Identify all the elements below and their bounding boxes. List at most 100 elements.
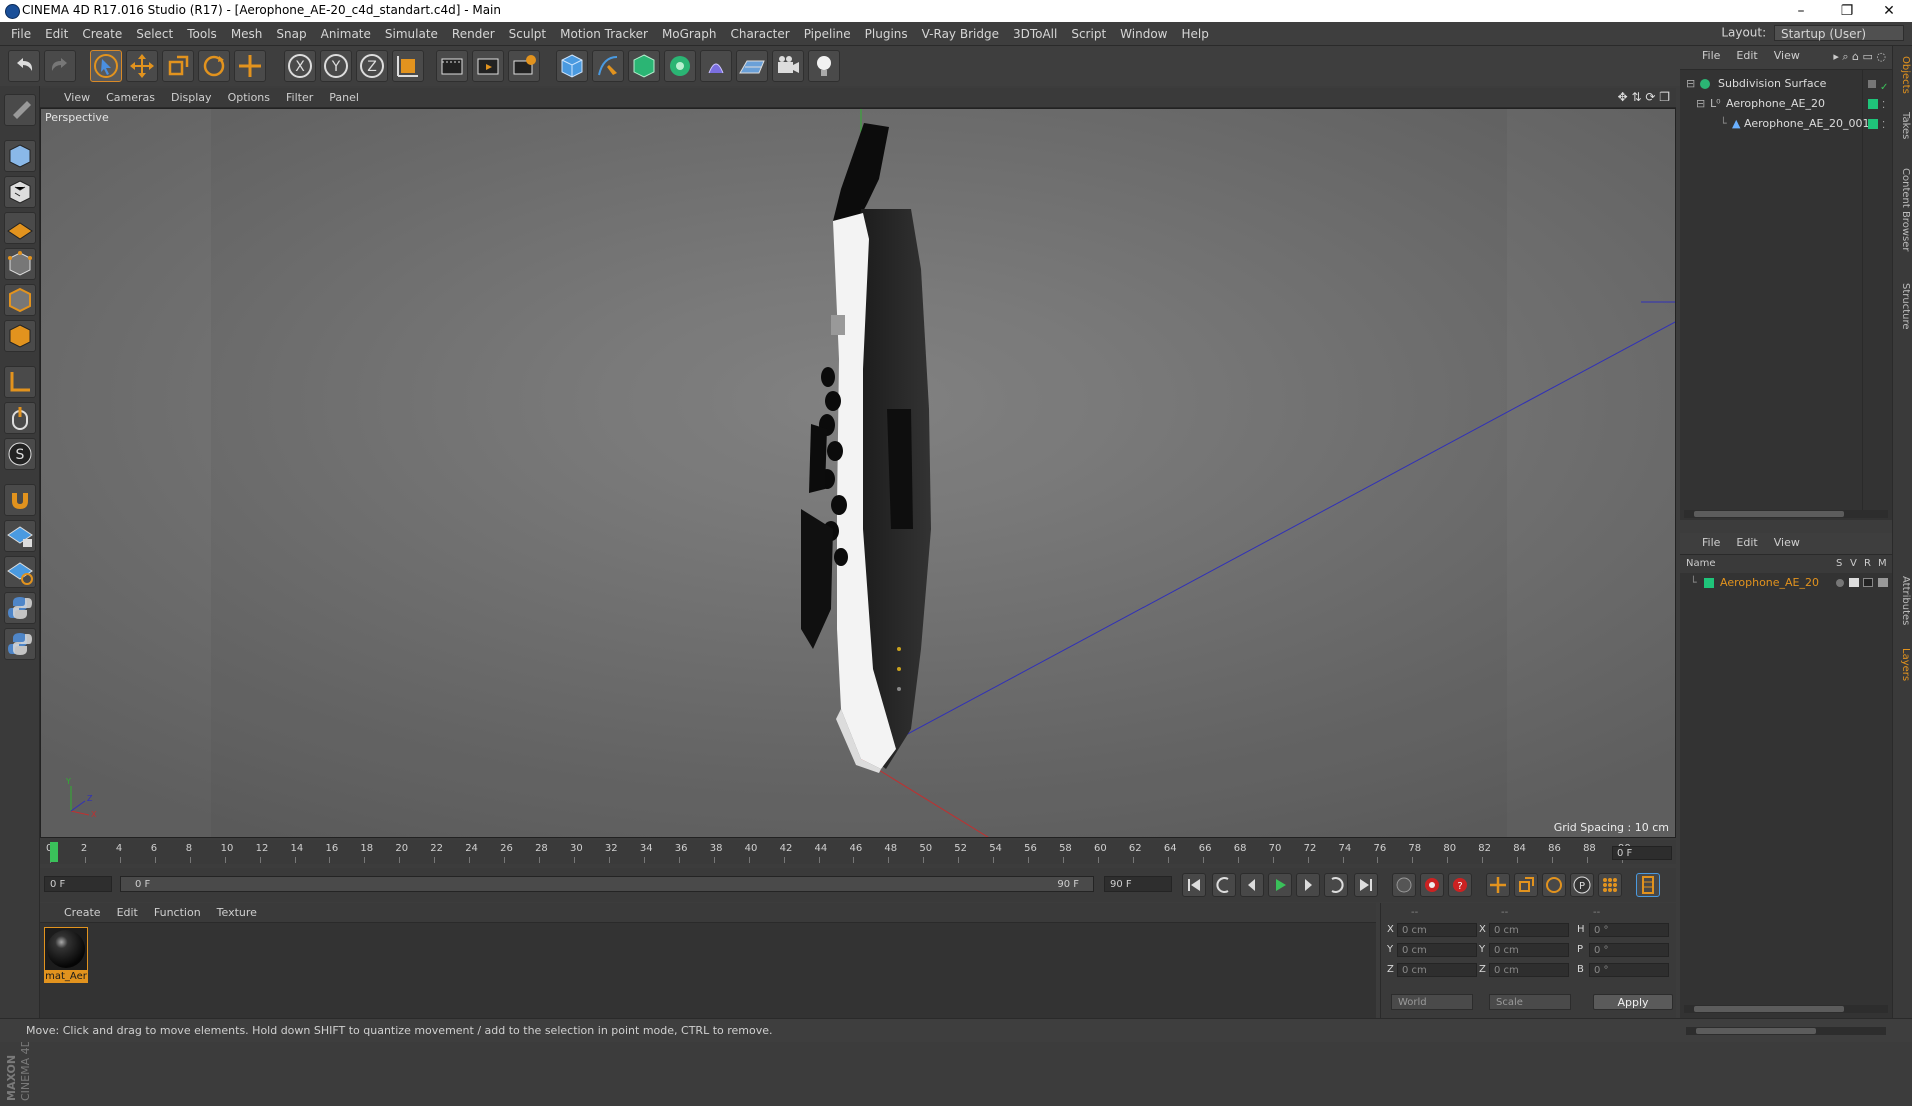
coord-value-field[interactable]: 0 cm — [1397, 923, 1477, 937]
locked-workplane-icon[interactable] — [4, 520, 36, 552]
timeline-ruler[interactable]: 0246810121416182022242628303234363840424… — [40, 840, 1676, 864]
render-view-icon[interactable] — [436, 50, 468, 82]
coord-value-field[interactable]: 0 cm — [1489, 963, 1569, 977]
tab-objects[interactable]: Objects — [1895, 50, 1911, 100]
go-to-start-icon[interactable] — [1182, 873, 1206, 897]
layer-menu-view[interactable]: View — [1766, 533, 1808, 553]
object-menu-file[interactable]: File — [1694, 46, 1728, 66]
menu-sculpt[interactable]: Sculpt — [502, 22, 553, 46]
tab-structure[interactable]: Structure — [1895, 276, 1911, 336]
menu-character[interactable]: Character — [723, 22, 796, 46]
move-tool-icon[interactable] — [126, 50, 158, 82]
layer-manager-scrollbar[interactable] — [1684, 1005, 1888, 1013]
perspective-viewport[interactable]: Y X Z Perspective Grid Spacing : 10 cm — [40, 108, 1676, 838]
model-mode-icon[interactable] — [4, 140, 36, 172]
workplane-icon[interactable] — [4, 212, 36, 244]
tab-content-browser[interactable]: Content Browser — [1895, 150, 1911, 270]
record-point-level-icon[interactable] — [1598, 873, 1622, 897]
coordinate-system-dropdown[interactable]: World — [1391, 994, 1473, 1010]
layer-menu-file[interactable]: File — [1694, 533, 1728, 553]
go-to-end-icon[interactable] — [1354, 873, 1378, 897]
menu-pipeline[interactable]: Pipeline — [797, 22, 858, 46]
record-scale-icon[interactable] — [1514, 873, 1538, 897]
layer-row[interactable]: └ Aerophone_AE_20 — [1680, 573, 1892, 593]
end-frame-field[interactable]: 90 F — [1104, 876, 1172, 892]
viewport-menu-cameras[interactable]: Cameras — [98, 88, 163, 108]
menu-select[interactable]: Select — [129, 22, 180, 46]
material-menu-function[interactable]: Function — [146, 903, 209, 923]
viewport-menu-options[interactable]: Options — [220, 88, 278, 108]
coord-value-field[interactable]: 0 ° — [1589, 923, 1669, 937]
tweak-mode-icon[interactable] — [4, 402, 36, 434]
autokeying-icon[interactable] — [1420, 873, 1444, 897]
menu-animate[interactable]: Animate — [314, 22, 378, 46]
tab-attributes[interactable]: Attributes — [1895, 566, 1911, 636]
edges-mode-icon[interactable] — [4, 284, 36, 316]
cube-primitive-icon[interactable] — [556, 50, 588, 82]
next-frame-icon[interactable] — [1296, 873, 1320, 897]
close-button[interactable]: ✕ — [1866, 0, 1912, 22]
object-menu-edit[interactable]: Edit — [1728, 46, 1765, 66]
layer-menu-edit[interactable]: Edit — [1728, 533, 1765, 553]
floor-icon[interactable] — [736, 50, 768, 82]
menu-file[interactable]: File — [4, 22, 38, 46]
viewport-menu-filter[interactable]: Filter — [278, 88, 321, 108]
axis-mode-icon[interactable] — [4, 366, 36, 398]
menu-motion-tracker[interactable]: Motion Tracker — [553, 22, 655, 46]
coordinate-system-icon[interactable] — [392, 50, 424, 82]
subdivision-surface-icon[interactable] — [628, 50, 660, 82]
snap-icon[interactable]: S — [4, 438, 36, 470]
render-to-picture-viewer-icon[interactable] — [472, 50, 504, 82]
mograph-cloner-icon[interactable] — [664, 50, 696, 82]
menu-edit[interactable]: Edit — [38, 22, 75, 46]
coord-value-field[interactable]: 0 cm — [1397, 963, 1477, 977]
z-axis-lock-icon[interactable]: Z — [356, 50, 388, 82]
apply-button[interactable]: Apply — [1593, 994, 1673, 1010]
light-icon[interactable] — [808, 50, 840, 82]
make-editable-icon[interactable] — [4, 94, 36, 126]
menu-window[interactable]: Window — [1113, 22, 1174, 46]
object-row-subdivision-surface[interactable]: ⊟ Subdivision Surface ✓ — [1680, 74, 1892, 94]
object-manager-scrollbar[interactable] — [1684, 510, 1888, 518]
deformer-icon[interactable] — [700, 50, 732, 82]
menu-v-ray-bridge[interactable]: V-Ray Bridge — [915, 22, 1006, 46]
viewport-menu-display[interactable]: Display — [163, 88, 220, 108]
menu-mesh[interactable]: Mesh — [224, 22, 270, 46]
menu-snap[interactable]: Snap — [269, 22, 313, 46]
layout-selector[interactable]: Layout: Startup (User) — [1721, 25, 1904, 41]
menu-mograph[interactable]: MoGraph — [655, 22, 724, 46]
menu-help[interactable]: Help — [1174, 22, 1215, 46]
last-tool-icon[interactable] — [234, 50, 266, 82]
select-tool-icon[interactable] — [90, 50, 122, 82]
rotate-tool-icon[interactable] — [198, 50, 230, 82]
viewport-nav-icons[interactable]: ✥ ⇅ ⟳ ❐ — [1618, 90, 1670, 104]
timeline-window-icon[interactable] — [1636, 873, 1660, 897]
magnet-snap-icon[interactable] — [4, 484, 36, 516]
manager-toggle-icon[interactable] — [1878, 578, 1888, 587]
coord-value-field[interactable]: 0 cm — [1489, 943, 1569, 957]
viewport-menu-panel[interactable]: Panel — [321, 88, 367, 108]
x-axis-lock-icon[interactable]: X — [284, 50, 316, 82]
scale-tool-icon[interactable] — [162, 50, 194, 82]
status-scrollbar[interactable] — [1686, 1027, 1886, 1035]
menu-3dtoall[interactable]: 3DToAll — [1006, 22, 1064, 46]
menu-tools[interactable]: Tools — [180, 22, 224, 46]
start-frame-field[interactable]: 0 F — [44, 876, 112, 892]
preview-range-slider[interactable]: 0 F 90 F — [120, 876, 1094, 892]
material-menu-create[interactable]: Create — [56, 903, 109, 923]
previous-frame-icon[interactable] — [1240, 873, 1264, 897]
texture-mode-icon[interactable] — [4, 176, 36, 208]
record-parameter-icon[interactable]: P — [1570, 873, 1594, 897]
coord-value-field[interactable]: 0 cm — [1489, 923, 1569, 937]
undo-button[interactable] — [8, 50, 40, 82]
menu-simulate[interactable]: Simulate — [378, 22, 445, 46]
next-key-icon[interactable] — [1324, 873, 1348, 897]
minimize-button[interactable]: – — [1778, 0, 1824, 22]
size-mode-dropdown[interactable]: Scale — [1489, 994, 1571, 1010]
layer-color-swatch[interactable] — [1868, 119, 1878, 129]
object-menu-view[interactable]: View — [1766, 46, 1808, 66]
edit-visibility-icon[interactable] — [1868, 80, 1876, 88]
solo-toggle-icon[interactable] — [1836, 579, 1844, 587]
object-row-aerophone-001[interactable]: └ ▲ Aerophone_AE_20_001 ⁚ — [1680, 114, 1892, 134]
polygons-mode-icon[interactable] — [4, 320, 36, 352]
